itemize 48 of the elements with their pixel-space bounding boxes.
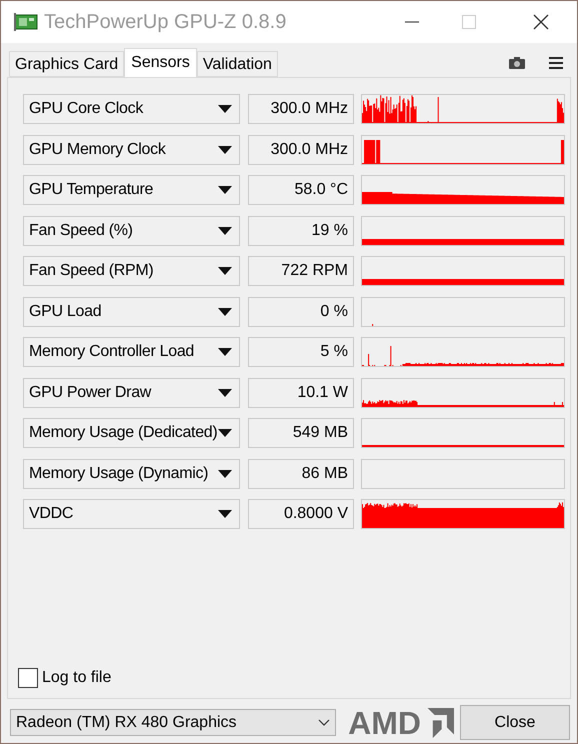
sensor-dropdown[interactable]: GPU Temperature (23, 175, 240, 205)
caret-icon (218, 186, 232, 194)
sensor-dropdown[interactable]: Memory Usage (Dedicated) (23, 418, 240, 448)
sensor-dropdown[interactable]: Fan Speed (RPM) (23, 256, 240, 286)
sensor-value: 5 % (248, 337, 354, 367)
sensor-value: 722 RPM (248, 256, 354, 286)
sensor-value: 0.8000 V (248, 499, 354, 529)
caret-icon (218, 267, 232, 275)
caret-icon (218, 510, 232, 518)
sensor-value: 86 MB (248, 458, 354, 488)
sensor-value: 300.0 MHz (248, 134, 354, 164)
caret-icon (218, 226, 232, 234)
chevron-icon (318, 719, 330, 726)
caret-icon (218, 146, 232, 154)
sensor-value: 58.0 °C (248, 175, 354, 205)
sensor-dropdown[interactable]: Fan Speed (%) (23, 216, 240, 246)
menu-icon[interactable] (549, 57, 563, 69)
tab[interactable]: Graphics Card (9, 51, 124, 77)
checkbox-label: Log to file (42, 668, 112, 688)
camera-icon[interactable] (509, 57, 525, 69)
window-title: TechPowerUp GPU-Z 0.8.9 (44, 10, 286, 35)
close-button[interactable]: Close (460, 705, 570, 740)
tab[interactable]: Sensors (124, 48, 197, 78)
caret-icon (218, 388, 232, 396)
logo-text: AMD (348, 706, 421, 740)
sensor-dropdown[interactable]: Memory Usage (Dynamic) (23, 458, 240, 488)
caret-icon (218, 429, 232, 437)
sensor-value: 10.1 W (248, 378, 354, 408)
app-icon (14, 13, 38, 31)
caret-icon (218, 470, 232, 478)
sensor-dropdown[interactable]: Memory Controller Load (23, 337, 240, 367)
sensor-value: 0 % (248, 296, 354, 326)
gpu-dropdown[interactable]: Radeon (TM) RX 480 Graphics (10, 709, 336, 736)
sensor-value: 549 MB (248, 418, 354, 448)
tab[interactable]: Validation (196, 51, 278, 77)
sensor-value: 300.0 MHz (248, 94, 354, 124)
caret-icon (218, 348, 232, 356)
caret-icon (218, 105, 232, 113)
caret-icon (218, 308, 232, 316)
sensor-dropdown[interactable]: GPU Load (23, 296, 240, 326)
log-checkbox[interactable] (18, 668, 38, 688)
close-icon[interactable] (533, 14, 549, 30)
sensor-dropdown[interactable]: VDDC (23, 499, 240, 529)
sensor-dropdown[interactable]: GPU Core Clock (23, 94, 240, 124)
sensor-dropdown[interactable]: GPU Memory Clock (23, 134, 240, 164)
minimize-icon[interactable] (405, 21, 419, 23)
sensor-dropdown[interactable]: GPU Power Draw (23, 378, 240, 408)
sensor-value: 19 % (248, 216, 354, 246)
